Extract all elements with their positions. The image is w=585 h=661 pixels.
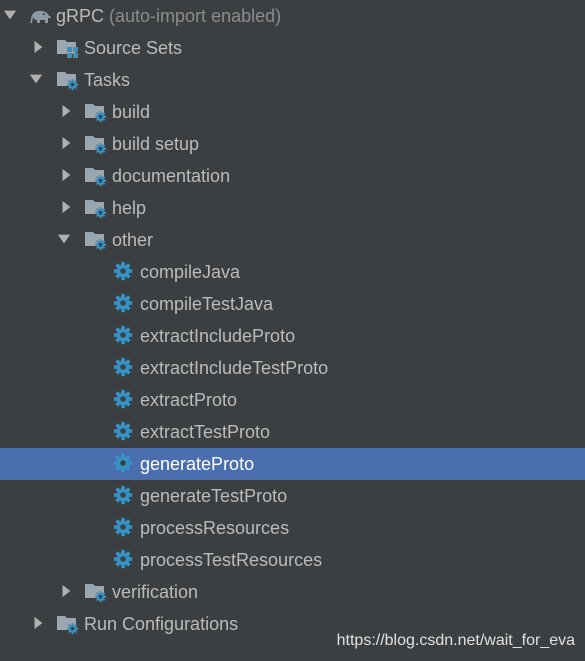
task-label: compileTestJava	[140, 294, 274, 314]
task-label: generateProto	[140, 454, 255, 474]
tree-item-task[interactable]: compileTestJava	[0, 288, 585, 320]
tree-item-label: build	[112, 102, 151, 122]
task-label: compileJava	[140, 262, 241, 282]
root-project-suffix: (auto-import enabled)	[109, 6, 282, 26]
tree-item-label: build setup	[112, 134, 200, 154]
task-label: extractProto	[140, 390, 238, 410]
chevron-down-icon[interactable]	[29, 64, 45, 96]
gear-icon	[112, 388, 136, 412]
tree-item-task[interactable]: extractProto	[0, 384, 585, 416]
gear-folder-icon	[84, 100, 108, 124]
gear-folder-icon	[56, 612, 80, 636]
tree-item-task[interactable]: processTestResources	[0, 544, 585, 576]
tree-item-task-selected[interactable]: generateProto	[0, 448, 585, 480]
chevron-right-icon[interactable]	[59, 576, 75, 608]
task-label: extractTestProto	[140, 422, 271, 442]
gear-folder-icon	[84, 164, 108, 188]
task-label: processResources	[140, 518, 290, 538]
tree-item-tasks[interactable]: Tasks	[0, 64, 585, 96]
gear-folder-icon	[84, 580, 108, 604]
tree-item-task-group[interactable]: help	[0, 192, 585, 224]
chevron-right-icon[interactable]	[59, 96, 75, 128]
tree-item-label: verification	[112, 582, 199, 602]
tree-item-label: Source Sets	[84, 38, 183, 58]
gear-folder-icon	[56, 68, 80, 92]
task-label: processTestResources	[140, 550, 323, 570]
tree-item-task-group[interactable]: verification	[0, 576, 585, 608]
tree-root-grpc[interactable]: gRPC (auto-import enabled)	[0, 0, 585, 32]
chevron-right-icon[interactable]	[59, 128, 75, 160]
tree-item-task[interactable]: extractIncludeTestProto	[0, 352, 585, 384]
task-label: extractIncludeProto	[140, 326, 296, 346]
gear-icon	[112, 292, 136, 316]
tree-item-task-group[interactable]: build	[0, 96, 585, 128]
tree-item-label: documentation	[112, 166, 231, 186]
tree-item-task-group[interactable]: other	[0, 224, 585, 256]
source-sets-folder-icon	[56, 36, 80, 60]
tree-item-task[interactable]: compileJava	[0, 256, 585, 288]
tree-item-label: Tasks	[84, 70, 131, 90]
gear-icon	[112, 356, 136, 380]
tree-item-task-group[interactable]: build setup	[0, 128, 585, 160]
gear-icon	[112, 548, 136, 572]
gear-icon	[112, 484, 136, 508]
tree-item-label: other	[112, 230, 154, 250]
tree-item-task[interactable]: processResources	[0, 512, 585, 544]
chevron-right-icon[interactable]	[59, 192, 75, 224]
tree-item-label: Run Configurations	[84, 614, 239, 634]
chevron-right-icon[interactable]	[59, 160, 75, 192]
gear-icon	[112, 260, 136, 284]
gear-icon	[112, 324, 136, 348]
gear-folder-icon	[84, 132, 108, 156]
gear-icon	[112, 452, 136, 476]
tree-item-task[interactable]: extractTestProto	[0, 416, 585, 448]
root-project-label: gRPC	[56, 6, 105, 26]
tree-item-task[interactable]: extractIncludeProto	[0, 320, 585, 352]
chevron-down-icon[interactable]	[3, 0, 19, 32]
chevron-right-icon[interactable]	[31, 32, 47, 64]
watermark-text: https://blog.csdn.net/wait_for_eva	[336, 632, 575, 649]
gear-icon	[112, 516, 136, 540]
tree-item-source-sets[interactable]: Source Sets	[0, 32, 585, 64]
task-label: generateTestProto	[140, 486, 288, 506]
task-label: extractIncludeTestProto	[140, 358, 329, 378]
gradle-elephant-icon	[28, 4, 52, 28]
gear-icon	[112, 420, 136, 444]
tree-item-task[interactable]: generateTestProto	[0, 480, 585, 512]
gear-folder-icon	[84, 228, 108, 252]
gear-folder-icon	[84, 196, 108, 220]
tree-item-label: help	[112, 198, 147, 218]
tree-item-task-group[interactable]: documentation	[0, 160, 585, 192]
chevron-right-icon[interactable]	[31, 608, 47, 640]
gradle-tool-window-tree: gRPC (auto-import enabled) Source Sets T…	[0, 0, 585, 640]
chevron-down-icon[interactable]	[57, 224, 73, 256]
